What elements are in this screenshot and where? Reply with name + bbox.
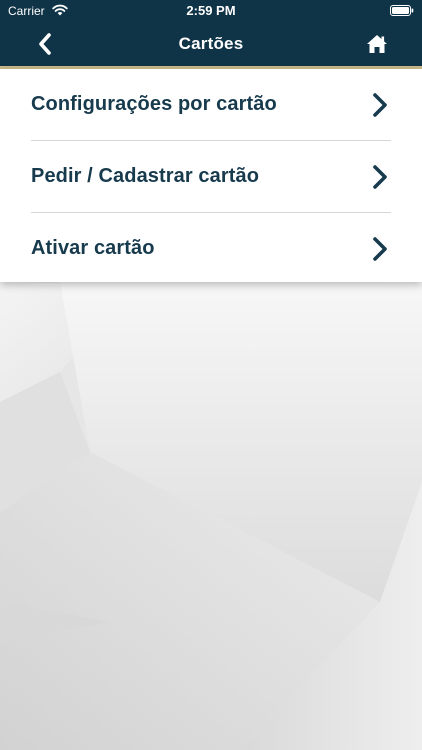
home-button[interactable]: [362, 30, 392, 58]
menu-item-card-settings[interactable]: Configurações por cartão: [31, 69, 391, 141]
home-icon: [367, 35, 387, 53]
cards-screen: Carrier 2:59 PM Cartões Configurações po…: [0, 0, 422, 750]
status-time: 2:59 PM: [186, 3, 236, 18]
battery-full-icon: [390, 5, 414, 16]
cards-menu: Configurações por cartão Pedir / Cadastr…: [0, 69, 422, 285]
menu-item-label: Pedir / Cadastrar cartão: [31, 165, 260, 187]
chevron-right-icon: [373, 237, 387, 261]
background-pattern: [0, 282, 422, 750]
menu-item-label: Ativar cartão: [31, 237, 155, 259]
menu-item-request-card[interactable]: Pedir / Cadastrar cartão: [31, 141, 391, 213]
page-title: Cartões: [178, 34, 244, 53]
status-bar: Carrier 2:59 PM: [0, 0, 422, 22]
navigation-bar: Cartões: [0, 22, 422, 69]
menu-item-activate-card[interactable]: Ativar cartão: [31, 213, 391, 285]
chevron-right-icon: [373, 93, 387, 117]
chevron-right-icon: [373, 165, 387, 189]
menu-item-label: Configurações por cartão: [31, 93, 277, 115]
